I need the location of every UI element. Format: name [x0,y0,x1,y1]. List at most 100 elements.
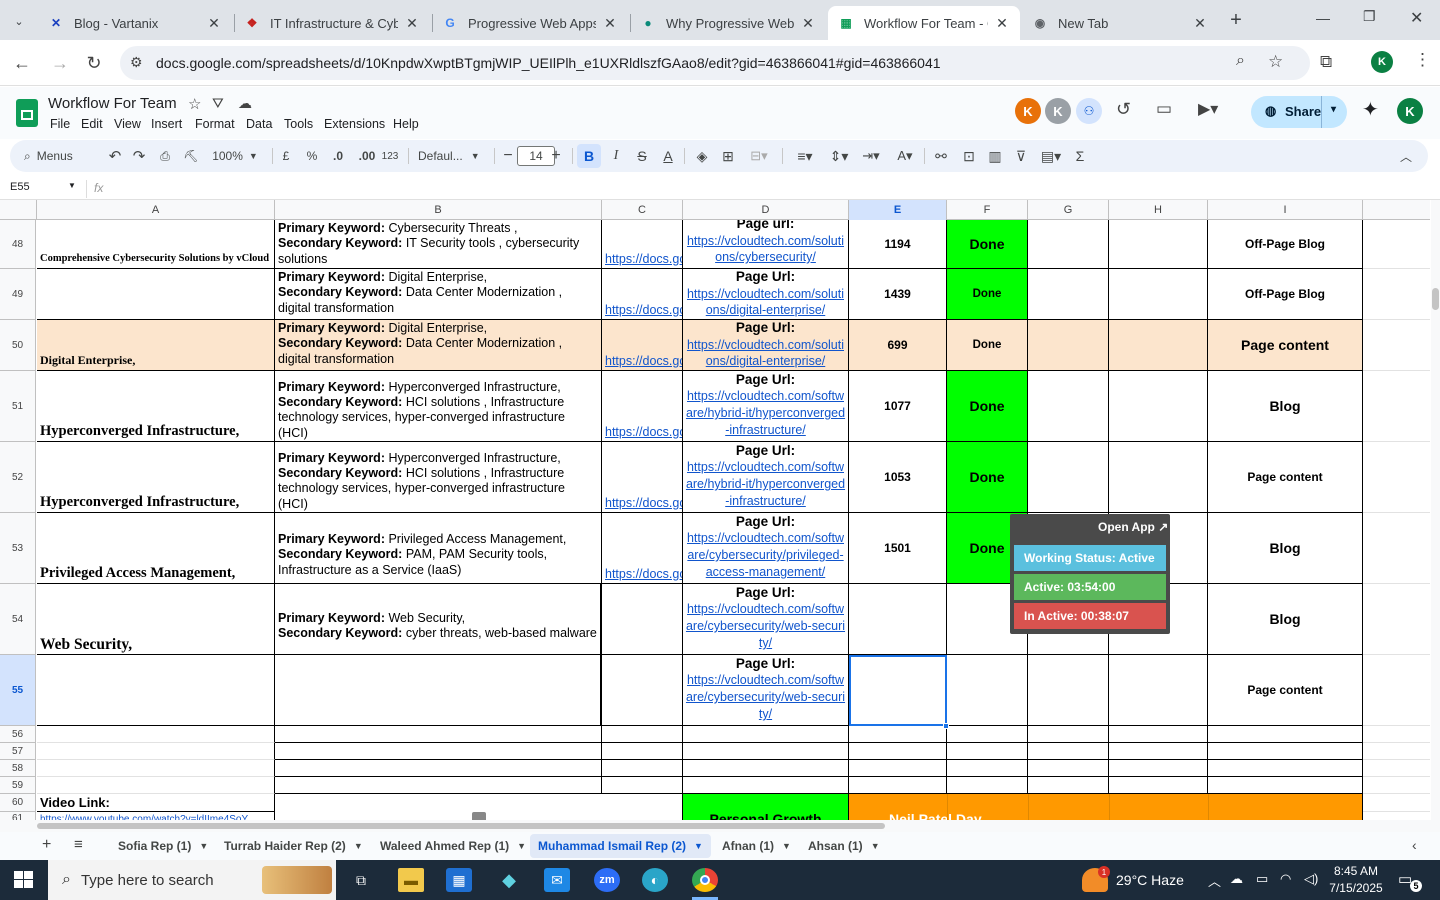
cell-empty[interactable] [1028,269,1109,320]
sheet-tab-dropdown-icon[interactable]: ▼ [782,841,791,851]
site-info-icon[interactable]: ⚙ [130,54,143,71]
browser-tab[interactable]: ▦ Workflow For Team - Go ✕ [828,6,1020,40]
cell-empty[interactable] [1363,726,1430,743]
page-url-link[interactable]: https://vcloudtech.com/software/hybrid-i… [683,388,848,439]
row-header[interactable]: 48 [0,220,36,269]
cell-keywords[interactable]: Primary Keyword: Web Security, Secondary … [275,584,602,655]
cell-page-url[interactable]: Page Url: https://vcloudtech.com/software… [683,442,849,513]
cell-empty[interactable] [1028,726,1109,743]
cell-keyword-topic[interactable]: Web Security, [37,584,275,655]
address-bar[interactable]: ⚙ docs.google.com/spreadsheets/d/10Knpdw… [120,46,1310,80]
cell-keyword-topic[interactable]: Privileged Access Management, [37,513,275,584]
bold-icon[interactable]: B [577,144,601,168]
row-header[interactable]: 61 [0,812,36,820]
cell-personal-growth[interactable]: Personal Growth [683,794,849,820]
cell-video-link-label[interactable]: Video Link: [37,794,275,812]
insert-chart-icon[interactable]: ▥ [984,146,1006,166]
minimize-icon[interactable]: — [1316,10,1330,26]
row-header[interactable]: 54 [0,584,36,655]
undo-icon[interactable]: ↶ [106,146,124,166]
comments-icon[interactable]: ▭ [1156,99,1172,119]
sheet-tab[interactable]: Afnan (1) ▼ [714,834,799,858]
cell-empty[interactable] [1363,794,1430,812]
cell-empty[interactable] [1028,320,1109,371]
cell-empty[interactable] [1363,584,1430,655]
menu-data[interactable]: Data [246,117,272,131]
cell-doc-link[interactable] [602,655,683,726]
select-all-corner[interactable] [0,200,37,220]
document-title[interactable]: Workflow For Team [48,95,177,112]
row-header[interactable]: 59 [0,777,36,794]
close-tab-icon[interactable]: ✕ [206,15,222,32]
cell-empty[interactable] [1109,777,1208,794]
cell-checkbox[interactable] [275,794,683,820]
page-url-link[interactable]: https://vcloudtech.com/solutions/digital… [683,286,848,319]
cell-empty[interactable] [37,726,275,743]
cell-empty[interactable] [1028,371,1109,442]
cell-doc-link[interactable]: https://docs.go [602,220,683,269]
cell-empty[interactable] [1109,442,1208,513]
cell-empty[interactable] [1028,760,1109,777]
cell-word-count[interactable] [849,584,947,655]
sheet-tab[interactable]: Waleed Ahmed Rep (1) ▼ [372,834,534,858]
wifi-icon[interactable]: ◠ [1280,871,1291,887]
print-icon[interactable]: ⎙ [156,146,174,166]
cell-empty[interactable] [683,743,849,760]
column-header-e[interactable]: E [849,200,947,220]
cell-status[interactable]: Done [947,269,1028,320]
horizontal-align-icon[interactable]: ≡▾ [790,146,820,166]
menu-edit[interactable]: Edit [81,117,103,131]
cell-video-url[interactable]: https://www.youtube.com/watch?v=ldIIme4S… [37,812,275,820]
cell-empty[interactable] [1363,513,1430,584]
page-url-link[interactable]: https://vcloudtech.com/software/hybrid-i… [683,459,848,510]
mail-icon[interactable]: ✉ [544,868,570,892]
cell-empty[interactable] [1109,760,1208,777]
cell-empty[interactable] [1363,760,1430,777]
column-header-g[interactable]: G [1028,200,1109,220]
cell-empty[interactable] [1028,743,1109,760]
fill-color-icon[interactable]: ◈ [692,146,712,166]
cell-keywords[interactable]: Primary Keyword: Privileged Access Manag… [275,513,602,584]
cell-empty[interactable] [849,726,947,743]
cell-word-count[interactable]: 1077 [849,371,947,442]
cell-page-url[interactable]: Page Url: https://vcloudtech.com/software… [683,371,849,442]
collaborator-avatar-2[interactable]: K [1045,98,1071,124]
volume-icon[interactable]: ◁) [1304,871,1318,887]
page-url-link[interactable]: https://vcloudtech.com/solutions/cyberse… [683,233,848,266]
doc-link[interactable]: https://docs.go [605,354,682,369]
cell-empty[interactable] [1109,743,1208,760]
cell-empty[interactable] [1363,777,1430,794]
cell-content-type[interactable]: Page content [1208,442,1363,513]
insert-comment-icon[interactable]: ⊡ [958,146,980,166]
redo-icon[interactable]: ↷ [130,146,148,166]
font-size-increase-icon[interactable]: + [548,146,564,166]
row-header[interactable]: 53 [0,513,36,584]
paint-format-icon[interactable]: ⛏ [182,146,200,166]
chrome-taskbar-icon[interactable] [692,868,718,892]
doc-link[interactable]: https://docs.go [605,496,682,511]
menu-file[interactable]: File [50,117,70,131]
weather-text[interactable]: 29°C Haze [1116,872,1184,888]
cell-empty[interactable] [1363,269,1430,320]
cloud-status-icon[interactable]: ☁ [238,95,252,112]
edge-browser-icon[interactable]: ◐ [642,868,668,892]
cell-empty[interactable] [37,777,275,794]
collapse-side-icon[interactable]: ‹ [1412,837,1417,853]
row-header[interactable]: 51 [0,371,36,442]
sheet-tab[interactable]: Muhammad Ismail Rep (2) ▼ [530,834,711,858]
cell-empty[interactable] [1363,442,1430,513]
cell-empty[interactable] [947,743,1028,760]
meet-video-icon[interactable]: ▶▾ [1198,99,1218,119]
functions-sigma-icon[interactable]: Σ [1070,146,1090,166]
cell-content-type[interactable]: Page content [1208,655,1363,726]
menu-format[interactable]: Format [195,117,235,131]
cell-content-type[interactable]: Off-Page Blog [1208,220,1363,269]
sheet-tab-dropdown-icon[interactable]: ▼ [199,841,208,851]
cell-empty[interactable] [602,726,683,743]
cell-keyword-topic[interactable]: Hyperconverged Infrastructure, [37,371,275,442]
cell-word-count[interactable]: 1194 [849,220,947,269]
cell-doc-link[interactable] [602,584,683,655]
cell-page-url[interactable]: Page Url: https://vcloudtech.com/solution… [683,320,849,371]
cell-empty[interactable] [275,726,602,743]
cell-empty[interactable] [1363,220,1430,269]
